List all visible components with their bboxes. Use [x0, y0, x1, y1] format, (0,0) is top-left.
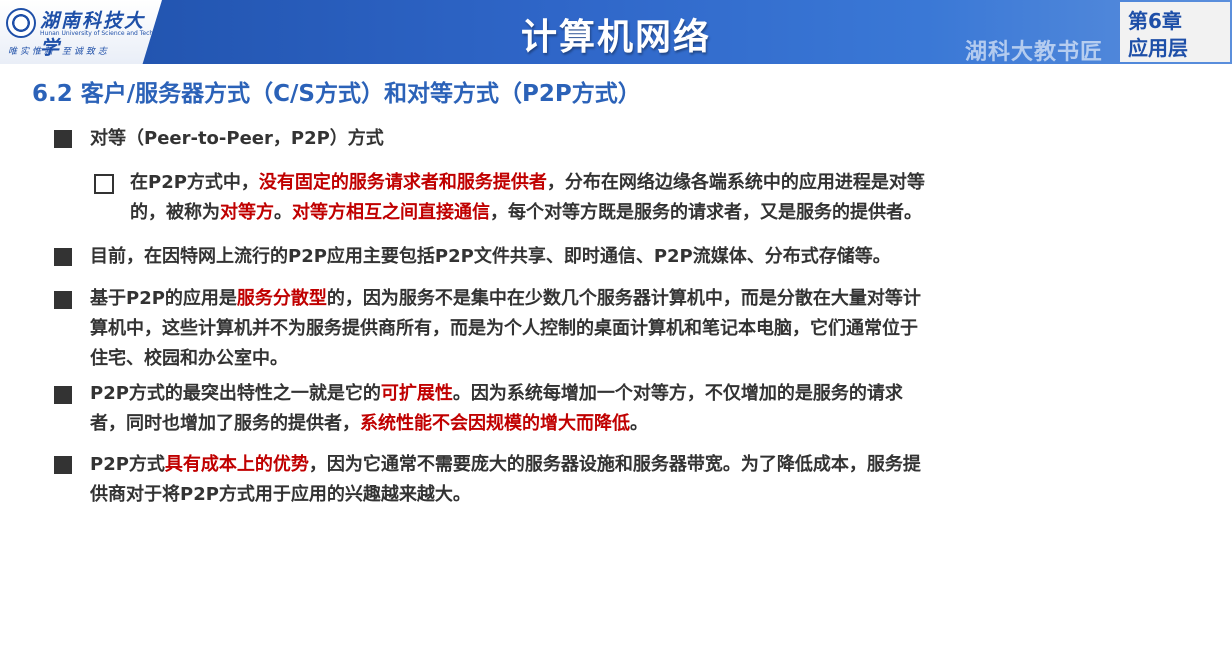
chapter-name: 应用层: [1128, 36, 1188, 60]
text-line: 算机中，这些计算机并不为服务提供商所有，而是为个人控制的桌面计算机和笔记本电脑，…: [90, 318, 918, 339]
highlight-text: 具有成本上的优势: [164, 454, 309, 475]
bullet-scalability: P2P方式的最突出特性之一就是它的可扩展性。因为系统每增加一个对等方，不仅增加的…: [90, 379, 903, 439]
text-run: ，分布在网络边缘各端系统中的应用进程是对等: [546, 172, 925, 193]
highlight-text: 对等方: [220, 202, 274, 223]
text-line: P2P方式的最突出特性之一就是它的可扩展性。因为系统每增加一个对等方，不仅增加的…: [90, 379, 903, 409]
text-line: 住宅、校园和办公室中。: [90, 348, 288, 369]
watermark: 湖科大教书匠: [965, 40, 1104, 65]
text-run: P2P方式的最突出特性之一就是它的: [90, 383, 381, 404]
text-run: P2P方式: [90, 454, 165, 475]
text-run: 目前，在因特网上流行的P2P应用主要包括P2P文件共享、即时通信、P2P流媒体、…: [90, 246, 891, 267]
chapter-number: 第6章: [1128, 9, 1182, 33]
bullet-square-icon: [54, 291, 72, 309]
highlight-text: 服务分散型: [236, 288, 327, 309]
slide-header: 湖南科技大学 Hunan University of Science and T…: [0, 0, 1232, 65]
text-run: 。因为系统每增加一个对等方，不仅增加的是服务的请求: [452, 383, 903, 404]
text-run: 的，因为服务不是集中在少数几个服务器计算机中，而是分散在大量对等计: [326, 288, 921, 309]
bullet-text: 对等（Peer-to-Peer，P2P）方式: [90, 128, 384, 149]
text-run: 。: [274, 202, 292, 223]
text-run: 。: [630, 413, 648, 434]
section-title: 6.2 客户/服务器方式（C/S方式）和对等方式（P2P方式）: [32, 81, 641, 107]
chapter-badge: 第6章 应用层: [1120, 2, 1230, 62]
bullet-square-icon: [54, 130, 72, 148]
text-run: 基于P2P的应用是: [90, 288, 237, 309]
text-run: 在P2P方式中，: [130, 172, 259, 193]
text-line: 在P2P方式中，没有固定的服务请求者和服务提供者，分布在网络边缘各端系统中的应用…: [130, 168, 925, 198]
sub-bullet-p2p-definition: 在P2P方式中，没有固定的服务请求者和服务提供者，分布在网络边缘各端系统中的应用…: [130, 168, 925, 228]
bullet-service-distributed: 基于P2P的应用是服务分散型的，因为服务不是集中在少数几个服务器计算机中，而是分…: [90, 284, 921, 374]
bullet-square-icon: [54, 248, 72, 266]
text-line: 者，同时也增加了服务的提供者，系统性能不会因规模的增大而降低。: [90, 409, 903, 439]
highlight-text: 对等方相互之间直接通信: [292, 202, 490, 223]
text-run: 者，同时也增加了服务的提供者，: [90, 413, 360, 434]
text-run: ，因为它通常不需要庞大的服务器设施和服务器带宽。为了降低成本，服务提: [308, 454, 921, 475]
bullet-cost-advantage: P2P方式具有成本上的优势，因为它通常不需要庞大的服务器设施和服务器带宽。为了降…: [90, 450, 921, 510]
text-line: P2P方式具有成本上的优势，因为它通常不需要庞大的服务器设施和服务器带宽。为了降…: [90, 450, 921, 480]
bullet-square-icon: [54, 456, 72, 474]
text-line: 供商对于将P2P方式用于应用的兴趣越来越大。: [90, 484, 471, 505]
bullet-p2p-heading: 对等（Peer-to-Peer，P2P）方式: [90, 124, 384, 154]
highlight-text: 可扩展性: [380, 383, 453, 404]
text-line: 的，被称为对等方。对等方相互之间直接通信，每个对等方既是服务的请求者，又是服务的…: [130, 198, 925, 228]
text-run: 的，被称为: [130, 202, 220, 223]
text-line: 基于P2P的应用是服务分散型的，因为服务不是集中在少数几个服务器计算机中，而是分…: [90, 284, 921, 314]
highlight-text: 没有固定的服务请求者和服务提供者: [258, 172, 547, 193]
bullet-p2p-applications: 目前，在因特网上流行的P2P应用主要包括P2P文件共享、即时通信、P2P流媒体、…: [90, 242, 891, 272]
highlight-text: 系统性能不会因规模的增大而降低: [360, 413, 630, 434]
text-run: ，每个对等方既是服务的请求者，又是服务的提供者。: [490, 202, 922, 223]
bullet-square-icon: [54, 386, 72, 404]
sub-bullet-square-icon: [94, 174, 114, 194]
